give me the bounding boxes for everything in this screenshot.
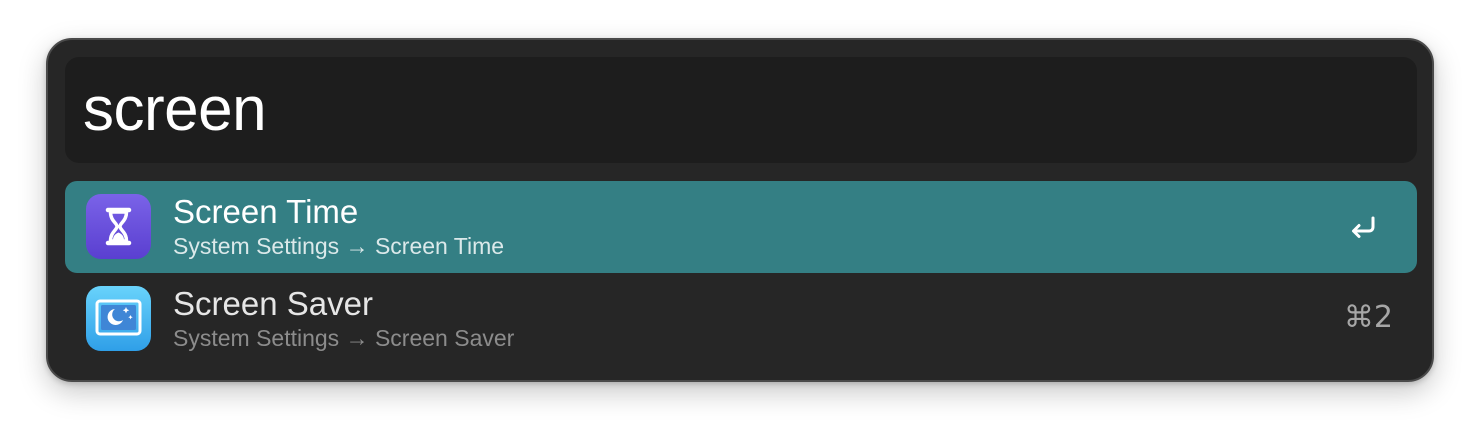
- screen-saver-icon: [86, 286, 151, 351]
- return-key-icon: [1347, 211, 1379, 243]
- result-subtitle: System Settings → Screen Saver: [173, 325, 515, 351]
- search-field[interactable]: screen: [65, 57, 1417, 163]
- hourglass-icon: [86, 194, 151, 259]
- result-subtitle: System Settings → Screen Time: [173, 233, 505, 259]
- keyboard-shortcut: ⌘2: [1343, 300, 1393, 335]
- result-item-screen-time[interactable]: Screen Time System Settings → Screen Tim…: [65, 181, 1417, 273]
- result-item-screen-saver[interactable]: Screen Saver System Settings → Screen Sa…: [65, 273, 1417, 365]
- result-title: Screen Saver: [173, 285, 373, 322]
- launcher-window: screen Screen Time System Settings → Scr…: [46, 38, 1434, 382]
- search-input[interactable]: screen: [83, 75, 267, 145]
- result-title: Screen Time: [173, 193, 359, 230]
